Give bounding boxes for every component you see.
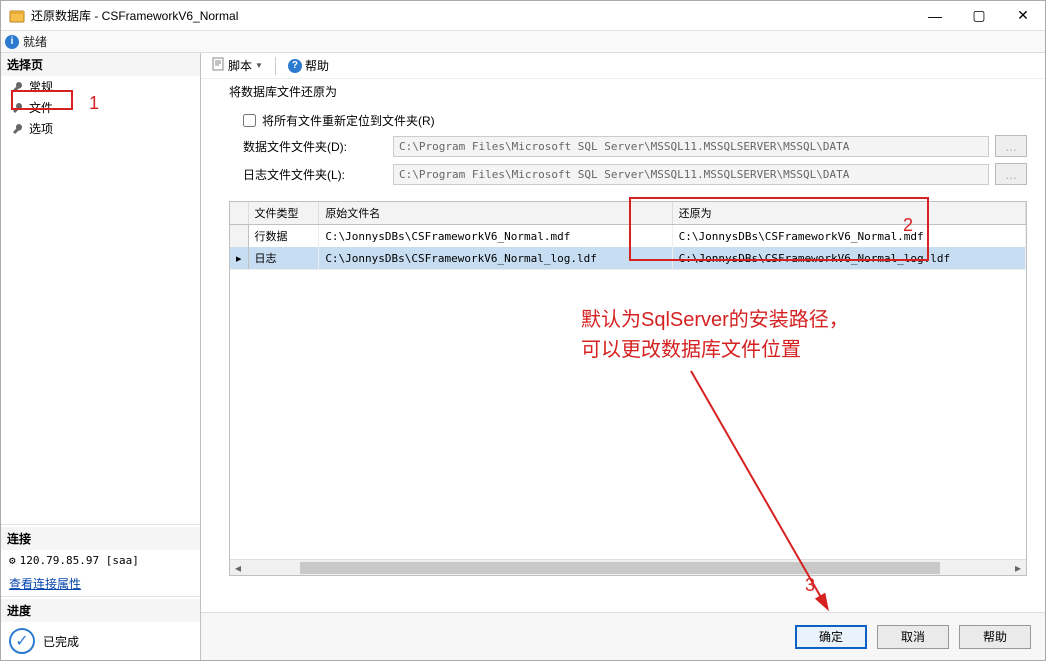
script-label: 脚本 (228, 57, 252, 74)
data-folder-browse-button: ... (995, 135, 1027, 157)
script-icon (211, 57, 225, 74)
dialog-window: 还原数据库 - CSFrameworkV6_Normal — ▢ ✕ i 就绪 … (0, 0, 1046, 661)
select-page-header: 选择页 (1, 53, 200, 76)
relocate-checkbox[interactable] (243, 114, 256, 127)
dialog-body: 选择页 常规 文件 选项 连接 ⚙ (1, 53, 1045, 660)
row-selector[interactable]: ▸ (230, 247, 248, 269)
content-area: 将数据库文件还原为 将所有文件重新定位到文件夹(R) 数据文件文件夹(D): .… (201, 79, 1045, 612)
cell-restore-as[interactable]: C:\JonnysDBs\CSFrameworkV6_Normal_log.ld… (672, 247, 1025, 269)
done-icon: ✓ (9, 628, 35, 654)
grid-empty-area (230, 269, 1026, 559)
grid-header-row: 文件类型 原始文件名 还原为 (230, 202, 1026, 225)
page-nav: 常规 文件 选项 (1, 76, 200, 139)
cell-original-name[interactable]: C:\JonnysDBs\CSFrameworkV6_Normal_log.ld… (319, 247, 672, 269)
sidebar-item-options[interactable]: 选项 (1, 118, 200, 139)
row-header-blank (230, 202, 248, 225)
cell-file-type[interactable]: 日志 (248, 247, 319, 269)
table-row[interactable]: ▸ 日志 C:\JonnysDBs\CSFrameworkV6_Normal_l… (230, 247, 1026, 269)
toolbar-separator (275, 57, 276, 75)
dialog-footer: 确定 取消 帮助 (201, 612, 1045, 660)
maximize-button[interactable]: ▢ (957, 1, 1001, 31)
connection-section: 连接 ⚙ 120.79.85.97 [saa] 查看连接属性 (1, 524, 200, 596)
sidebar: 选择页 常规 文件 选项 连接 ⚙ (1, 53, 201, 660)
main-panel: 脚本 ▼ ? 帮助 将数据库文件还原为 将所有文件重新定位到文件夹(R) (201, 53, 1045, 660)
minimize-button[interactable]: — (913, 1, 957, 31)
wrench-icon (11, 80, 25, 94)
chevron-down-icon: ▼ (255, 61, 263, 70)
table-row[interactable]: 行数据 C:\JonnysDBs\CSFrameworkV6_Normal.md… (230, 225, 1026, 248)
sidebar-item-label: 选项 (29, 120, 53, 137)
col-restore-as[interactable]: 还原为 (672, 202, 1025, 225)
connection-header: 连接 (1, 527, 200, 550)
cancel-button[interactable]: 取消 (877, 625, 949, 649)
connection-value: 120.79.85.97 [saa] (20, 554, 139, 567)
window-title: 还原数据库 - CSFrameworkV6_Normal (31, 7, 913, 24)
status-text: 就绪 (23, 33, 47, 50)
help-icon: ? (288, 59, 302, 73)
sidebar-item-label: 常规 (29, 78, 53, 95)
files-grid: 文件类型 原始文件名 还原为 行数据 C:\JonnysDBs\CSFramew… (229, 201, 1027, 576)
horizontal-scrollbar[interactable]: ◂ ▸ (230, 559, 1026, 575)
sidebar-item-general[interactable]: 常规 (1, 76, 200, 97)
app-icon (9, 8, 25, 24)
progress-header: 进度 (1, 599, 200, 622)
log-folder-browse-button: ... (995, 163, 1027, 185)
data-folder-label: 数据文件文件夹(D): (243, 138, 393, 155)
titlebar: 还原数据库 - CSFrameworkV6_Normal — ▢ ✕ (1, 1, 1045, 31)
col-file-type[interactable]: 文件类型 (248, 202, 319, 225)
cell-file-type[interactable]: 行数据 (248, 225, 319, 248)
relocate-label[interactable]: 将所有文件重新定位到文件夹(R) (262, 112, 435, 129)
scroll-right-arrow[interactable]: ▸ (1010, 560, 1026, 576)
script-button[interactable]: 脚本 ▼ (207, 55, 267, 76)
cell-restore-as[interactable]: C:\JonnysDBs\CSFrameworkV6_Normal.mdf (672, 225, 1025, 248)
sidebar-item-label: 文件 (29, 99, 53, 116)
log-folder-input (393, 164, 989, 185)
restore-as-legend: 将数据库文件还原为 (229, 83, 337, 100)
ok-button[interactable]: 确定 (795, 625, 867, 649)
info-icon: i (5, 35, 19, 49)
status-bar: i 就绪 (1, 31, 1045, 53)
server-icon: ⚙ (9, 554, 16, 567)
help-label: 帮助 (305, 57, 329, 74)
cell-original-name[interactable]: C:\JonnysDBs\CSFrameworkV6_Normal.mdf (319, 225, 672, 248)
scroll-left-arrow[interactable]: ◂ (230, 560, 246, 576)
wrench-icon (11, 101, 25, 115)
close-button[interactable]: ✕ (1001, 1, 1045, 31)
help-button[interactable]: ? 帮助 (284, 55, 333, 76)
progress-section: 进度 ✓ 已完成 (1, 596, 200, 660)
wrench-icon (11, 122, 25, 136)
view-connection-props-link[interactable]: 查看连接属性 (1, 571, 89, 596)
sidebar-item-files[interactable]: 文件 (1, 97, 200, 118)
row-selector[interactable] (230, 225, 248, 248)
restore-as-group: 将数据库文件还原为 将所有文件重新定位到文件夹(R) 数据文件文件夹(D): .… (229, 83, 1027, 191)
help-button-footer[interactable]: 帮助 (959, 625, 1031, 649)
log-folder-label: 日志文件文件夹(L): (243, 166, 393, 183)
data-folder-input (393, 136, 989, 157)
progress-text: 已完成 (43, 633, 79, 650)
toolbar: 脚本 ▼ ? 帮助 (201, 53, 1045, 79)
scroll-thumb[interactable] (300, 562, 940, 574)
col-original-name[interactable]: 原始文件名 (319, 202, 672, 225)
